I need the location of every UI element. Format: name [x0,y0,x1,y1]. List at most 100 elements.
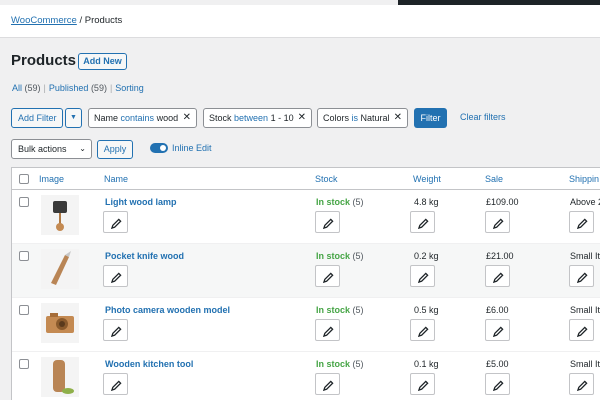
edit-name-button[interactable] [103,265,128,287]
row-checkbox[interactable] [19,197,29,207]
edit-shipping-button[interactable] [569,211,594,233]
inline-edit-toggle[interactable] [150,143,168,153]
close-icon[interactable]: ✕ [183,109,191,127]
add-filter-button[interactable]: Add Filter [11,108,63,128]
product-name-link[interactable]: Photo camera wooden model [105,305,230,315]
edit-shipping-button[interactable] [569,373,594,395]
column-weight[interactable]: Weight [413,174,441,184]
pencil-icon [577,218,588,229]
pencil-icon [111,326,122,337]
sale-cell: £21.00 [486,251,514,261]
shipping-cell: Above 2 [570,197,600,207]
filter-chip-stock[interactable]: Stock between 1 - 10 ✕ [203,108,312,128]
filter-chip-colors[interactable]: Colors is Natural ✕ [317,108,408,128]
select-all-checkbox[interactable] [19,174,29,184]
shipping-cell: Small Ite [570,359,600,369]
view-sorting-link[interactable]: Sorting [115,83,144,93]
product-thumbnail-camera[interactable] [41,303,79,343]
close-icon[interactable]: ✕ [394,109,402,127]
row-checkbox[interactable] [19,251,29,261]
product-thumbnail-kitchen-tool[interactable] [41,357,79,397]
pencil-icon [323,272,334,283]
apply-button[interactable]: Apply [97,140,133,159]
edit-stock-button[interactable] [315,211,340,233]
edit-sale-button[interactable] [485,211,510,233]
pencil-icon [493,272,504,283]
weight-cell: 4.8 kg [414,197,439,207]
column-name[interactable]: Name [104,174,128,184]
view-all-link[interactable]: All (59) [12,83,41,93]
table-header: Image Name Stock Weight Sale Shippin [12,168,600,190]
close-icon[interactable]: ✕ [298,109,306,127]
edit-stock-button[interactable] [315,373,340,395]
edit-sale-button[interactable] [485,373,510,395]
inline-edit-label: Inline Edit [172,143,212,153]
pencil-icon [418,218,429,229]
edit-name-button[interactable] [103,319,128,341]
pencil-icon [111,272,122,283]
edit-stock-button[interactable] [315,319,340,341]
pencil-icon [323,326,334,337]
column-stock[interactable]: Stock [315,174,338,184]
table-row: Photo camera wooden model In stock (5) 0… [12,298,600,352]
filter-button[interactable]: Filter [414,108,447,128]
view-filters: All (59) | Published (59) | Sorting [12,83,144,93]
column-shipping[interactable]: Shippin [569,174,599,184]
toggle-icon [160,145,166,151]
edit-stock-button[interactable] [315,265,340,287]
edit-sale-button[interactable] [485,319,510,341]
sale-cell: £5.00 [486,359,509,369]
edit-weight-button[interactable] [410,319,435,341]
shipping-cell: Small Ite [570,305,600,315]
product-name-link[interactable]: Wooden kitchen tool [105,359,193,369]
stock-cell: In stock (5) [316,305,364,315]
table-row: Wooden kitchen tool In stock (5) 0.1 kg … [12,352,600,400]
product-name-link[interactable]: Pocket knife wood [105,251,184,261]
clear-filters-link[interactable]: Clear filters [460,112,506,122]
page-title: Products [11,52,77,69]
breadcrumb-bar: WooCommerce / Products [0,5,600,38]
stock-cell: In stock (5) [316,359,364,369]
add-filter-dropdown-button[interactable]: ▼ [65,108,82,128]
sale-cell: £6.00 [486,305,509,315]
edit-weight-button[interactable] [410,373,435,395]
pencil-icon [577,272,588,283]
product-name-link[interactable]: Light wood lamp [105,197,177,207]
edit-weight-button[interactable] [410,211,435,233]
pencil-icon [418,380,429,391]
view-published-link[interactable]: Published (59) [49,83,107,93]
add-new-button[interactable]: Add New [78,53,127,70]
bulk-actions-select[interactable]: Bulk actions ⌄ [11,139,92,159]
edit-shipping-button[interactable] [569,265,594,287]
pencil-icon [111,218,122,229]
filter-chip-name[interactable]: Name contains wood ✕ [88,108,197,128]
edit-name-button[interactable] [103,211,128,233]
column-image[interactable]: Image [39,174,64,184]
edit-sale-button[interactable] [485,265,510,287]
chevron-down-icon: ⌄ [79,144,86,153]
pencil-icon [493,326,504,337]
table-row: Pocket knife wood In stock (5) 0.2 kg £2… [12,244,600,298]
weight-cell: 0.2 kg [414,251,439,261]
row-checkbox[interactable] [19,359,29,369]
sale-cell: £109.00 [486,197,519,207]
edit-shipping-button[interactable] [569,319,594,341]
pencil-icon [323,218,334,229]
column-sale[interactable]: Sale [485,174,503,184]
pencil-icon [577,380,588,391]
table-row: Light wood lamp In stock (5) 4.8 kg £109… [12,190,600,244]
row-checkbox[interactable] [19,305,29,315]
product-thumbnail-knife[interactable] [41,249,79,289]
stock-cell: In stock (5) [316,197,364,207]
product-thumbnail-lamp[interactable] [41,195,79,235]
breadcrumb-root-link[interactable]: WooCommerce [11,15,77,26]
pencil-icon [323,380,334,391]
pencil-icon [493,380,504,391]
edit-weight-button[interactable] [410,265,435,287]
pencil-icon [493,218,504,229]
breadcrumb: WooCommerce / Products [11,15,122,26]
pencil-icon [418,272,429,283]
shipping-cell: Small Ite [570,251,600,261]
stock-cell: In stock (5) [316,251,364,261]
edit-name-button[interactable] [103,373,128,395]
